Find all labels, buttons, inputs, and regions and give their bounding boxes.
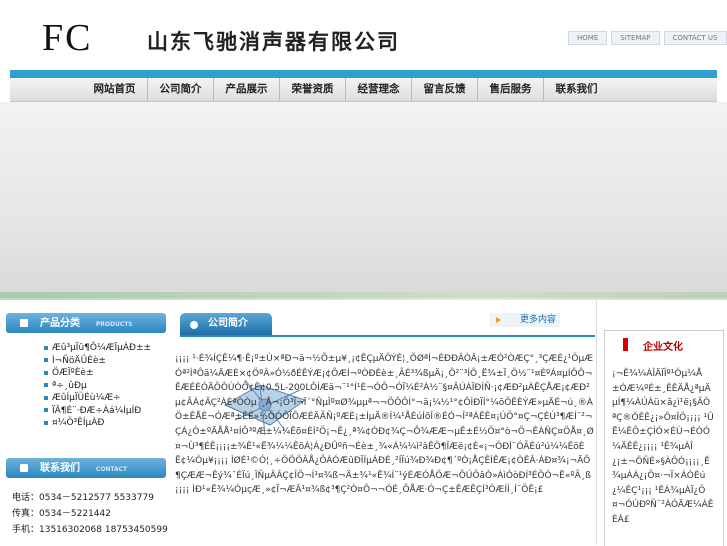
- banner-area: [0, 102, 727, 298]
- category-label: Æû³µÏû¶Ô¼ÆÏµÁÐ±±: [52, 343, 152, 353]
- sitemap-link[interactable]: SITEMAP: [611, 31, 660, 45]
- category-label: ª÷¸ûÐµ: [52, 380, 87, 391]
- nav-item-home[interactable]: 网站首页: [82, 78, 148, 101]
- products-title-en: PRODUCTS: [95, 321, 133, 328]
- culture-title: 企业文化: [615, 338, 683, 353]
- products-section-title: 产品分类 PRODUCTS: [6, 313, 166, 333]
- contact-phone: 电话：0534－5212577 5533779: [12, 493, 154, 503]
- category-item[interactable]: ÆûÍµÏÜÉù¼Æ÷: [6, 392, 166, 405]
- bullet-icon: [20, 319, 28, 327]
- contact-title-en: CONTACT: [95, 466, 128, 473]
- category-item[interactable]: ª÷¸ûÐµ: [6, 380, 166, 393]
- nav-item-honors[interactable]: 荣誉资质: [280, 78, 346, 101]
- nav-accent-bar: [10, 70, 717, 78]
- category-item[interactable]: ÖÆÏºÈè±: [6, 367, 166, 380]
- bullet-icon: [44, 420, 48, 425]
- contact-fax: 传真：0534－5221442: [12, 509, 111, 519]
- contact-info: 电话：0534－5212577 5533779 传真：0534－5221442 …: [12, 490, 168, 538]
- intro-title: 公司简介: [208, 318, 248, 329]
- contact-us-link[interactable]: CONTACT US: [663, 31, 727, 45]
- arrow-right-icon: [496, 317, 501, 323]
- nav-item-service[interactable]: 售后服务: [478, 78, 544, 101]
- intro-tab: 公司简介: [180, 313, 272, 335]
- column-divider: [596, 300, 597, 545]
- intro-text: ¡¡¡¡ ¹·É¾ÍÇÊ¼¶·Ê¡º±Ù×ªÐ¬ä¬½Õ±µ¥¸¡¢ÊÇµÄÖÝ…: [175, 354, 594, 496]
- banner-bottom-strip: [0, 292, 727, 300]
- flag-icon: [623, 338, 628, 351]
- category-label: ¤¼Ö³ÊÍµÀÐ: [52, 418, 105, 428]
- more-label: 更多内容: [519, 315, 556, 325]
- bullet-icon: [20, 464, 28, 472]
- nav-item-contact[interactable]: 联系我们: [544, 78, 609, 101]
- bullet-icon: [44, 345, 48, 350]
- company-name: 山东飞驰消声器有限公司: [147, 29, 400, 54]
- category-label: ÖÆÏºÈè±: [52, 368, 94, 378]
- bullet-icon: [44, 408, 48, 412]
- category-item[interactable]: Ì¬ÑöÄÛÈè±: [6, 355, 166, 368]
- category-label: ÏÂ¶É¨·ÐÆ÷Àá¼ÍµÍÐ: [52, 405, 142, 416]
- bullet-icon: [44, 370, 48, 375]
- contact-title-label: 联系我们: [40, 463, 80, 474]
- bullet-icon: [190, 321, 198, 329]
- category-item[interactable]: ÏÂ¶É¨·ÐÆ÷Àá¼ÍµÍÐ: [6, 405, 166, 418]
- nav-item-feedback[interactable]: 留言反馈: [412, 78, 478, 101]
- nav-item-philosophy[interactable]: 经营理念: [346, 78, 412, 101]
- contact-section-title: 联系我们 CONTACT: [6, 458, 166, 478]
- more-link[interactable]: 更多内容: [490, 313, 560, 327]
- category-item[interactable]: ¤¼Ö³ÊÍµÀÐ: [6, 417, 166, 430]
- category-label: ÆûÍµÏÜÉù¼Æ÷: [52, 393, 121, 403]
- product-category-list: Æû³µÏû¶Ô¼ÆÏµÁÐ±± Ì¬ÑöÄÛÈè± ÖÆÏºÈè± ª÷¸ûÐ…: [6, 342, 166, 452]
- culture-title-label: 企业文化: [643, 342, 683, 353]
- nav-item-products[interactable]: 产品展示: [214, 78, 280, 101]
- header: FC 山东飞驰消声器有限公司 HOME SITEMAP CONTACT US: [0, 0, 727, 70]
- company-logo[interactable]: FC: [42, 18, 116, 58]
- products-title-label: 产品分类: [40, 318, 80, 329]
- category-item[interactable]: Æû³µÏû¶Ô¼ÆÏµÁÐ±±: [6, 342, 166, 355]
- culture-text: ¡¬Ê¾¼ÀÎÄÏÎº¹Óµ¼Å±ÓÆ¼ºÉ±¸ÊÊÄÅ¿ªµÄµÍ¶¼ÀÚÀü…: [612, 369, 714, 525]
- bullet-icon: [44, 358, 48, 362]
- main-nav: 网站首页 公司简介 产品展示 荣誉资质 经营理念 留言反馈 售后服务 联系我们: [10, 78, 717, 102]
- contact-mobile: 手机：13516302068 18753450599: [12, 525, 168, 535]
- nav-item-about[interactable]: 公司简介: [148, 78, 214, 101]
- home-link[interactable]: HOME: [568, 31, 608, 45]
- category-label: Ì¬ÑöÄÛÈè±: [52, 355, 106, 366]
- bullet-icon: [44, 383, 48, 387]
- bullet-icon: [44, 395, 48, 400]
- top-links: HOME SITEMAP CONTACT US: [568, 31, 727, 45]
